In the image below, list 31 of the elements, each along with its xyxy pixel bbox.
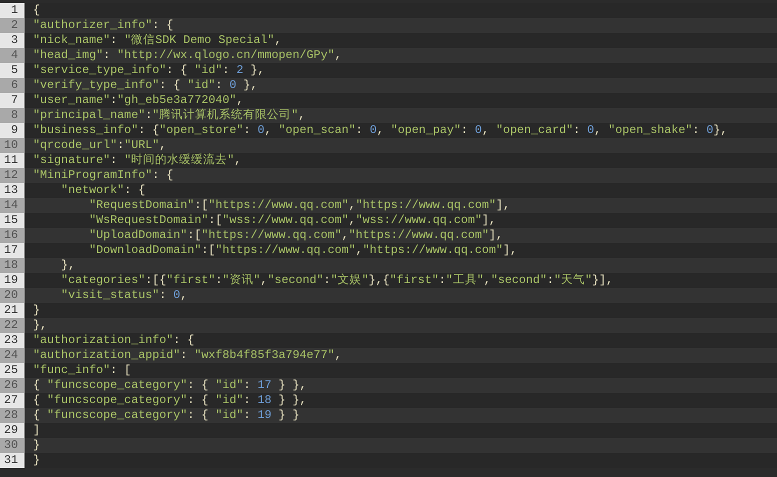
line-number: 15 — [0, 213, 25, 228]
line-number: 2 — [0, 18, 25, 33]
line-number: 26 — [0, 378, 25, 393]
line-number: 20 — [0, 288, 25, 303]
line-number: 17 — [0, 243, 25, 258]
line-number: 22 — [0, 318, 25, 333]
line-number: 1 — [0, 3, 25, 18]
line-number: 7 — [0, 93, 25, 108]
line-number: 23 — [0, 333, 25, 348]
line-number: 19 — [0, 273, 25, 288]
line-number: 28 — [0, 408, 25, 423]
line-number: 30 — [0, 438, 25, 453]
line-number: 9 — [0, 123, 25, 138]
line-number: 18 — [0, 258, 25, 273]
line-number: 16 — [0, 228, 25, 243]
line-number: 24 — [0, 348, 25, 363]
line-number: 25 — [0, 363, 25, 378]
line-number: 8 — [0, 108, 25, 123]
line-number: 29 — [0, 423, 25, 438]
line-number: 14 — [0, 198, 25, 213]
line-number: 21 — [0, 303, 25, 318]
line-number: 10 — [0, 138, 25, 153]
line-number: 11 — [0, 153, 25, 168]
line-number: 31 — [0, 453, 25, 468]
line-number: 3 — [0, 33, 25, 48]
line-number: 12 — [0, 168, 25, 183]
line-number: 13 — [0, 183, 25, 198]
line-number: 4 — [0, 48, 25, 63]
line-number: 6 — [0, 78, 25, 93]
line-number: 5 — [0, 63, 25, 78]
line-number: 27 — [0, 393, 25, 408]
